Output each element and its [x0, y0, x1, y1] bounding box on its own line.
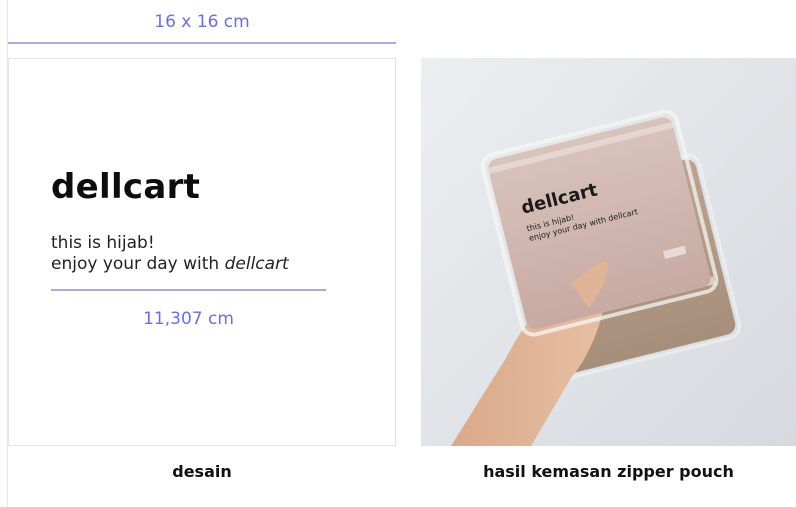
caption-result: hasil kemasan zipper pouch — [483, 462, 734, 481]
design-dimension-line — [51, 289, 326, 291]
design-panel: dellcart this is hijab! enjoy your day w… — [8, 58, 396, 446]
caption-design: desain — [172, 462, 232, 481]
top-dimension-line — [8, 42, 396, 44]
design-tagline-prefix: enjoy your day with — [51, 254, 225, 274]
design-dimension-label: 11,307 cm — [143, 309, 234, 329]
product-photo-illustration: dellcart this is hijab! enjoy your day w… — [421, 58, 796, 446]
design-tagline: this is hijab! enjoy your day with dellc… — [51, 233, 289, 275]
design-tagline-brand: dellcart — [224, 254, 289, 274]
top-dimension-label: 16 x 16 cm — [154, 12, 250, 32]
design-tagline-line1: this is hijab! — [51, 233, 155, 253]
design-tagline-line2: enjoy your day with dellcart — [51, 254, 289, 275]
product-photo: dellcart this is hijab! enjoy your day w… — [421, 58, 796, 446]
design-brand-name: dellcart — [51, 167, 201, 207]
